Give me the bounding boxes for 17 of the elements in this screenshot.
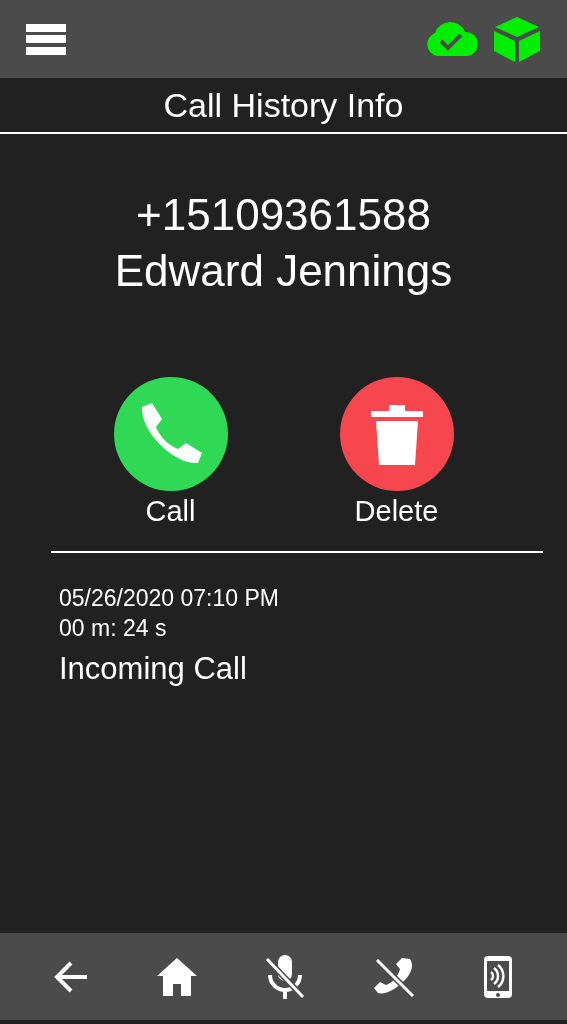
phone-number: +15109361588 xyxy=(136,192,431,238)
call-type: Incoming Call xyxy=(59,651,247,687)
back-arrow-icon[interactable] xyxy=(54,959,89,994)
cube-icon xyxy=(493,15,541,63)
menu-icon[interactable] xyxy=(26,23,66,55)
action-label: Delete xyxy=(354,494,439,529)
action-label: Call xyxy=(145,494,196,529)
cloud-check-icon xyxy=(425,22,477,56)
call-duration: 00 m: 24 s xyxy=(59,614,167,643)
phone-vibrate-icon[interactable] xyxy=(482,954,513,999)
screen-title: Call History Info xyxy=(163,88,404,122)
trash-icon xyxy=(370,403,423,465)
call-date-time: 05/26/2020 07:10 PM xyxy=(59,584,279,613)
home-icon[interactable] xyxy=(156,957,197,996)
contact-name: Edward Jennings xyxy=(114,248,453,294)
end-call-icon[interactable] xyxy=(374,956,415,997)
mute-microphone-icon[interactable] xyxy=(265,954,306,999)
